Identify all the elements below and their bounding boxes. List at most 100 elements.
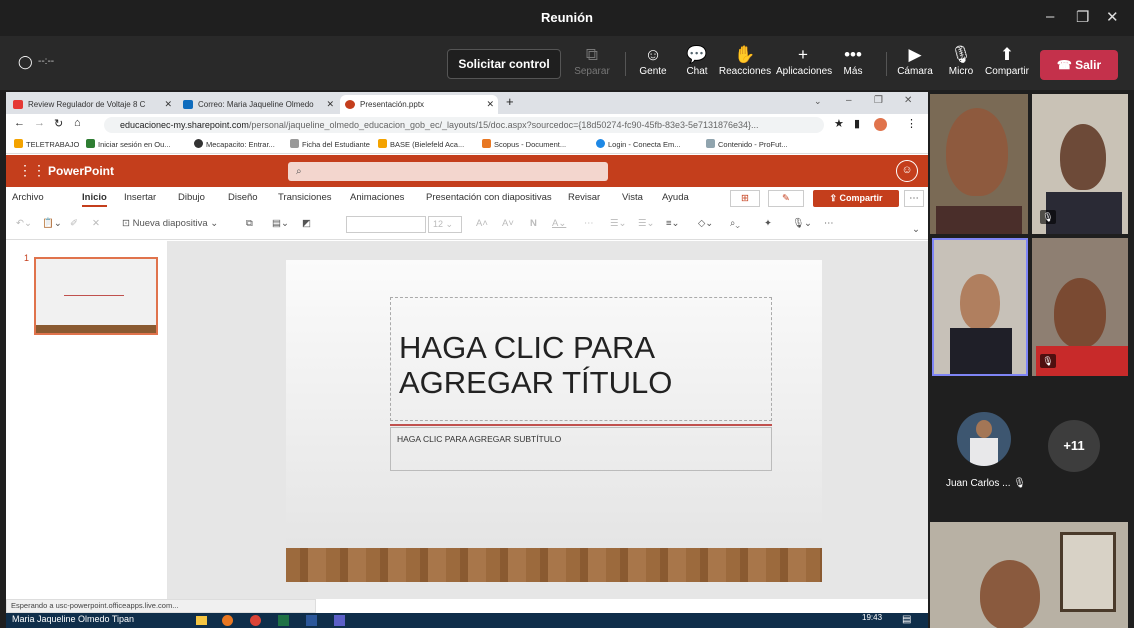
sidebar-icon[interactable]: ▮: [854, 117, 860, 130]
grow-font-icon[interactable]: A˄: [476, 218, 488, 229]
close-icon[interactable]: ✕: [1106, 8, 1119, 26]
account-icon[interactable]: ☺: [896, 160, 918, 182]
find-icon[interactable]: ⌕⌄: [730, 218, 740, 229]
bookmark[interactable]: Scopus - Document...: [482, 136, 566, 154]
font-size-select[interactable]: 12 ⌄: [428, 216, 462, 233]
maximize-icon[interactable]: ❐: [1076, 8, 1089, 26]
browser-tab[interactable]: Review Regulador de Voltaje 8 C ✕: [8, 95, 176, 114]
edit-mode-button[interactable]: ✎: [768, 190, 804, 207]
bookmark[interactable]: Iniciar sesión en Ou...: [86, 136, 171, 154]
dictate-icon[interactable]: 🎙⌄: [792, 218, 812, 229]
extensions-icon[interactable]: ★: [834, 117, 844, 130]
video-tile[interactable]: [930, 522, 1128, 628]
more-options-icon[interactable]: ⋯: [904, 190, 924, 207]
word-icon[interactable]: [306, 615, 317, 626]
slide-thumbnail[interactable]: [34, 257, 158, 335]
ppt-share-button[interactable]: ⇪ Compartir: [813, 190, 899, 207]
bookmark[interactable]: Ficha del Estudiante: [290, 136, 370, 154]
tab-insertar[interactable]: Insertar: [124, 192, 156, 203]
video-tile-active[interactable]: [932, 238, 1028, 376]
present-button[interactable]: ⊞: [730, 190, 760, 207]
url-input[interactable]: educacionec-my.sharepoint.com/personal/j…: [104, 117, 824, 133]
bookmark[interactable]: Mecapacito: Entrar...: [194, 136, 275, 154]
more-font-icon[interactable]: ⋯: [584, 218, 594, 229]
home-icon[interactable]: ⌂: [74, 117, 81, 129]
subtitle-placeholder[interactable]: HAGA CLIC PARA AGREGAR SUBTÍTULO: [390, 427, 772, 471]
new-slide-button[interactable]: ⊡ Nueva diapositiva ⌄: [122, 218, 218, 229]
shapes-icon[interactable]: ◇⌄: [698, 218, 713, 229]
search-input[interactable]: ⌕: [288, 162, 608, 181]
video-tile[interactable]: 🎙: [1032, 94, 1128, 234]
tab-archivo[interactable]: Archivo: [12, 192, 44, 203]
bookmark[interactable]: BASE (Bielefeld Aca...: [378, 136, 464, 154]
profile-avatar[interactable]: [874, 118, 887, 131]
tab-inicio[interactable]: Inicio: [82, 192, 107, 207]
more-participants-button[interactable]: +11: [1048, 420, 1100, 472]
tab-transiciones[interactable]: Transiciones: [278, 192, 332, 203]
numbering-icon[interactable]: ☰⌄: [638, 218, 654, 229]
tab-search-icon[interactable]: ⌄: [814, 96, 822, 107]
reuse-slides-icon[interactable]: ⧉: [246, 218, 253, 229]
notification-icon[interactable]: ▤: [902, 614, 911, 625]
request-control-button[interactable]: Solicitar control: [447, 49, 561, 79]
browser-close-icon[interactable]: ✕: [904, 95, 912, 106]
chat-button[interactable]: 💬 Chat: [670, 44, 724, 77]
pop-out-button[interactable]: ⧉ Separar: [565, 44, 619, 77]
bookmark[interactable]: Contenido - ProFut...: [706, 136, 788, 154]
bold-button[interactable]: N: [530, 218, 537, 229]
layout-icon[interactable]: ▤⌄: [272, 218, 289, 229]
minimize-icon[interactable]: –: [1046, 8, 1054, 25]
font-family-select[interactable]: [346, 216, 426, 233]
undo-icon[interactable]: ↶⌄: [16, 218, 32, 229]
delete-icon[interactable]: ✕: [92, 218, 100, 229]
video-tile[interactable]: 🎙: [1032, 238, 1128, 376]
teams-icon[interactable]: [334, 615, 345, 626]
leave-button[interactable]: ☎ Salir: [1040, 50, 1118, 80]
align-icon[interactable]: ≡⌄: [666, 218, 680, 229]
firefox-icon[interactable]: [222, 615, 233, 626]
designer-icon[interactable]: ✦: [764, 218, 772, 229]
browser-tab[interactable]: Correo: Maria Jaqueline Olmedo ✕: [178, 95, 338, 114]
tab-animaciones[interactable]: Animaciones: [350, 192, 404, 203]
apps-button[interactable]: + Aplicaciones: [776, 44, 832, 77]
close-tab-icon[interactable]: ✕: [164, 95, 172, 114]
shrink-font-icon[interactable]: A˅: [502, 218, 514, 229]
menu-icon[interactable]: ⋮: [906, 117, 917, 130]
more-button[interactable]: ••• Más: [826, 44, 880, 77]
tab-presentacion[interactable]: Presentación con diapositivas: [426, 192, 552, 203]
expand-ribbon-icon[interactable]: ⌄: [912, 224, 920, 235]
participant-avatar[interactable]: [957, 412, 1011, 466]
app-launcher-icon[interactable]: ⋮⋮: [18, 162, 46, 179]
close-tab-icon[interactable]: ✕: [486, 95, 494, 114]
more-ribbon-icon[interactable]: ⋯: [824, 218, 834, 229]
paste-icon[interactable]: 📋⌄: [42, 218, 62, 229]
tab-dibujo[interactable]: Dibujo: [178, 192, 205, 203]
browser-minimize-icon[interactable]: –: [846, 95, 852, 106]
reload-icon[interactable]: ↻: [54, 117, 63, 130]
back-icon[interactable]: ←: [14, 117, 25, 129]
section-icon[interactable]: ◩: [302, 218, 311, 229]
bullets-icon[interactable]: ☰⌄: [610, 218, 626, 229]
tab-diseno[interactable]: Diseño: [228, 192, 258, 203]
close-tab-icon[interactable]: ✕: [326, 95, 334, 114]
browser-tab-active[interactable]: Presentación.pptx ✕: [340, 95, 498, 114]
format-painter-icon[interactable]: ✐: [70, 218, 78, 229]
share-screen-button[interactable]: ⬆ Compartir: [980, 44, 1034, 77]
folder-icon[interactable]: [196, 616, 207, 625]
excel-icon[interactable]: [278, 615, 289, 626]
bookmark[interactable]: TELETRABAJO: [14, 136, 79, 154]
tab-vista[interactable]: Vista: [622, 192, 643, 203]
bookmark[interactable]: Login - Conecta Em...: [596, 136, 681, 154]
reactions-button[interactable]: ✋ Reacciones: [718, 44, 772, 77]
new-tab-button[interactable]: +: [506, 94, 514, 109]
tab-ayuda[interactable]: Ayuda: [662, 192, 689, 203]
title-placeholder[interactable]: HAGA CLIC PARA AGREGAR TÍTULO: [390, 297, 772, 421]
video-tile[interactable]: [930, 94, 1028, 234]
tab-label: Presentación.pptx: [360, 100, 425, 109]
tab-revisar[interactable]: Revisar: [568, 192, 600, 203]
bookmark-label: Iniciar sesión en Ou...: [98, 140, 171, 149]
forward-icon[interactable]: →: [34, 117, 45, 129]
browser-maximize-icon[interactable]: ❐: [874, 95, 883, 106]
font-color-icon[interactable]: A⌄: [552, 218, 566, 229]
chrome-icon[interactable]: [250, 615, 261, 626]
